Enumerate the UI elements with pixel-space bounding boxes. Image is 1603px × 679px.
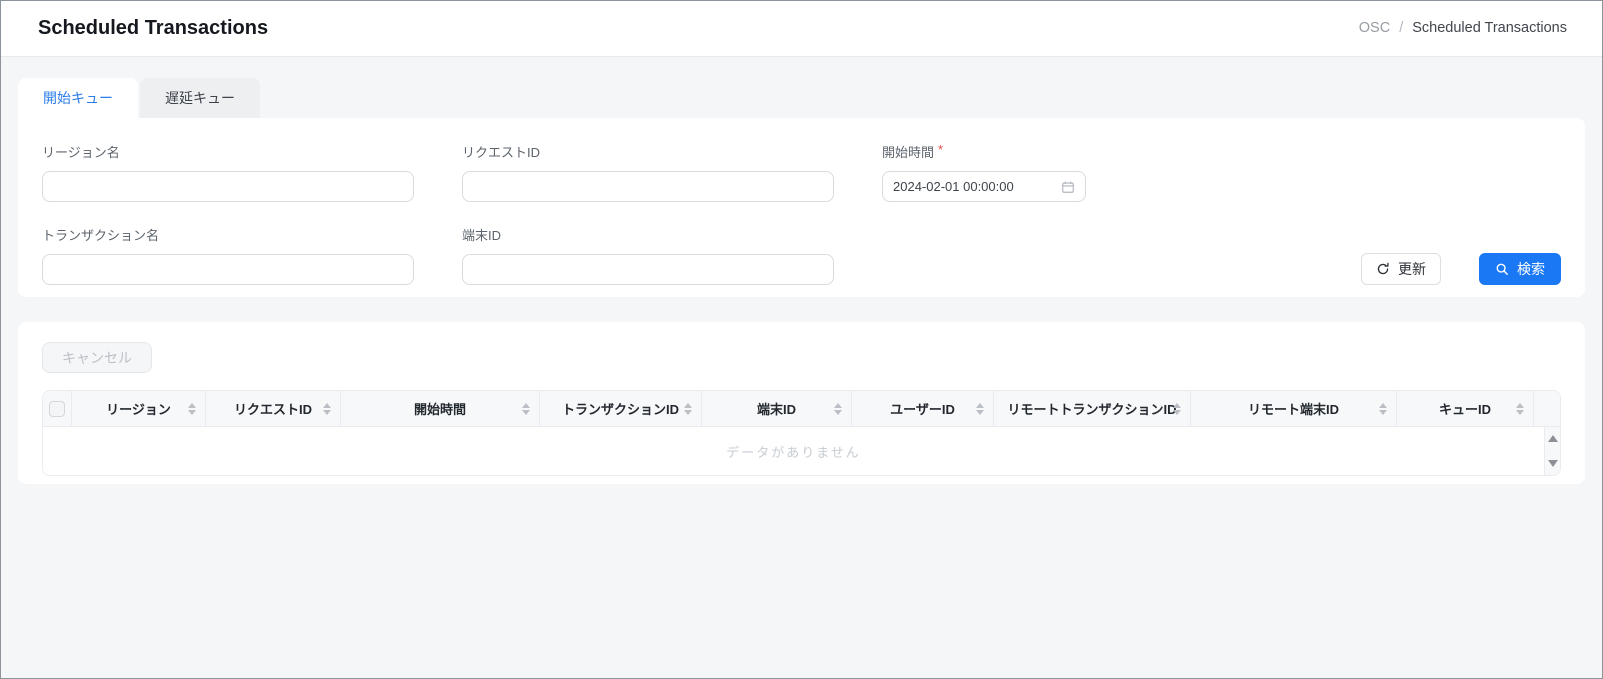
transaction-name-input-box (42, 254, 414, 285)
start-time-input[interactable] (893, 179, 1061, 194)
table-panel: キャンセル リージョン リクエストID 開始時間 トランザクションID 端末ID ユーザー… (18, 322, 1585, 484)
column-header[interactable]: ユーザーID (852, 391, 994, 426)
transactions-table: リージョン リクエストID 開始時間 トランザクションID 端末ID ユーザーID リモート… (42, 390, 1561, 476)
search-button[interactable]: 検索 (1479, 253, 1561, 285)
sort-icon[interactable] (1173, 403, 1181, 415)
sort-icon[interactable] (834, 403, 842, 415)
column-header-label: リクエストID (234, 399, 312, 418)
tab-start-queue[interactable]: 開始キュー (18, 78, 138, 118)
sort-icon[interactable] (323, 403, 331, 415)
table-scrollbar (1545, 427, 1560, 475)
request-id-input[interactable] (473, 179, 823, 194)
column-header-label: 開始時間 (414, 399, 466, 418)
sort-icon[interactable] (188, 403, 196, 415)
table-header-columns: リージョン リクエストID 開始時間 トランザクションID 端末ID ユーザーID リモート… (72, 391, 1560, 426)
filter-actions: 更新 検索 (1361, 225, 1561, 285)
scroll-down-icon[interactable] (1548, 460, 1558, 467)
main-content: 開始キュー 遅延キュー リージョン名 リクエストID 開始時間 * (0, 57, 1603, 484)
table-body: データがありません (43, 427, 1560, 475)
terminal-id-field: 端末ID (462, 225, 834, 285)
refresh-button[interactable]: 更新 (1361, 253, 1441, 285)
tab-bar: 開始キュー 遅延キュー (18, 78, 1585, 118)
region-name-field: リージョン名 (42, 142, 414, 202)
filter-panel: リージョン名 リクエストID 開始時間 * (18, 118, 1585, 297)
column-header-label: 端末ID (757, 399, 796, 418)
column-header[interactable]: トランザクションID (540, 391, 702, 426)
column-header-label: リモート端末ID (1248, 399, 1339, 418)
select-all-cell (43, 391, 72, 426)
column-header-label: ユーザーID (890, 399, 955, 418)
region-name-input-box (42, 171, 414, 202)
cancel-button-label: キャンセル (62, 348, 132, 368)
column-header-label: リージョン (106, 399, 171, 418)
start-time-label-text: 開始時間 (882, 142, 934, 161)
refresh-button-label: 更新 (1398, 259, 1426, 279)
refresh-icon (1376, 262, 1390, 276)
transaction-name-label: トランザクション名 (42, 225, 414, 244)
sort-icon[interactable] (1379, 403, 1387, 415)
column-header[interactable]: 開始時間 (341, 391, 540, 426)
column-header[interactable]: リモートトランザクションID (994, 391, 1191, 426)
transaction-name-field: トランザクション名 (42, 225, 414, 285)
request-id-field: リクエストID (462, 142, 834, 202)
column-header[interactable]: リクエストID (206, 391, 341, 426)
terminal-id-input[interactable] (473, 262, 823, 277)
sort-icon[interactable] (684, 403, 692, 415)
breadcrumb-root[interactable]: OSC (1359, 20, 1390, 36)
terminal-id-input-box (462, 254, 834, 285)
region-name-label: リージョン名 (42, 142, 414, 161)
column-header[interactable]: リモート端末ID (1191, 391, 1397, 426)
required-asterisk: * (938, 142, 943, 161)
sort-icon[interactable] (522, 403, 530, 415)
top-bar: Scheduled Transactions OSC / Scheduled T… (0, 0, 1603, 57)
select-all-checkbox[interactable] (49, 401, 65, 417)
empty-state-message: データがありません (43, 427, 1545, 475)
column-header[interactable]: キューID (1397, 391, 1534, 426)
region-name-input[interactable] (53, 179, 403, 194)
request-id-input-box (462, 171, 834, 202)
breadcrumb-current: Scheduled Transactions (1412, 20, 1567, 36)
search-icon (1495, 262, 1509, 276)
start-time-label: 開始時間 * (882, 142, 1086, 161)
calendar-icon[interactable] (1061, 180, 1075, 194)
start-time-field: 開始時間 * (882, 142, 1086, 202)
table-header-row: リージョン リクエストID 開始時間 トランザクションID 端末ID ユーザーID リモート… (43, 391, 1560, 427)
scroll-up-icon[interactable] (1548, 435, 1558, 442)
column-header[interactable]: リージョン (72, 391, 206, 426)
sort-icon[interactable] (1516, 403, 1524, 415)
column-header-label: リモートトランザクションID (1007, 399, 1176, 418)
filter-row-2: トランザクション名 端末ID 更新 (42, 225, 1561, 285)
column-header-label: キューID (1439, 399, 1491, 418)
sort-icon[interactable] (976, 403, 984, 415)
transaction-name-input[interactable] (53, 262, 403, 277)
column-header[interactable]: 端末ID (702, 391, 852, 426)
request-id-label: リクエストID (462, 142, 834, 161)
cancel-button[interactable]: キャンセル (42, 342, 152, 373)
breadcrumb: OSC / Scheduled Transactions (1359, 20, 1567, 36)
breadcrumb-separator: / (1399, 20, 1403, 36)
tab-delay-queue[interactable]: 遅延キュー (140, 78, 260, 118)
filter-row-1: リージョン名 リクエストID 開始時間 * (42, 142, 1561, 202)
search-button-label: 検索 (1517, 259, 1545, 279)
page-title: Scheduled Transactions (38, 17, 268, 40)
start-time-input-box (882, 171, 1086, 202)
column-header-label: トランザクションID (562, 399, 679, 418)
terminal-id-label: 端末ID (462, 225, 834, 244)
